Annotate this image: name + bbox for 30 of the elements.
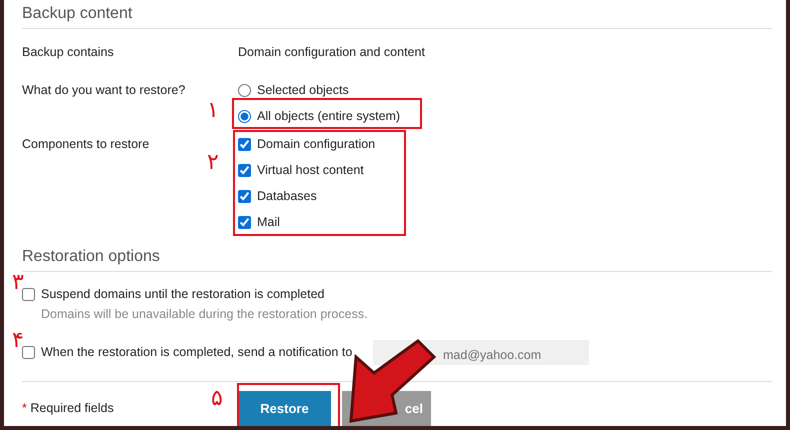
annotation-number: ۲ (207, 152, 219, 174)
checkbox[interactable] (22, 346, 35, 360)
checkbox-label: Domain configuration (257, 136, 376, 153)
checkbox-label: Databases (257, 188, 317, 205)
checkbox[interactable] (238, 138, 251, 150)
field-label: Components to restore (22, 136, 150, 153)
checkbox-label: Virtual host content (257, 162, 364, 179)
field-label: What do you want to restore? (22, 82, 186, 99)
annotation-number: ۴ (12, 330, 24, 352)
section-heading: Restoration options (22, 247, 772, 272)
checkbox-label: Suspend domains until the restoration is completed (41, 286, 324, 303)
checkbox-label: When the restoration is completed, send a notification to (41, 344, 352, 362)
checkbox[interactable] (238, 216, 251, 228)
option-label: All objects (entire system) (257, 108, 400, 125)
checkbox-label: Mail (257, 214, 280, 231)
checkbox[interactable] (238, 164, 251, 176)
checkbox[interactable] (238, 190, 251, 202)
required-note: * Required fields (22, 400, 115, 418)
section-heading: Backup content (22, 0, 772, 29)
radio-button[interactable] (238, 84, 251, 96)
annotation-number: ۵ (211, 388, 223, 410)
annotation-number: ۱ (207, 100, 219, 122)
radio-button[interactable] (238, 110, 251, 122)
option-label: Selected objects (257, 82, 349, 99)
restore-button[interactable]: Restore (238, 390, 331, 426)
annotation-number: ۳ (12, 272, 24, 294)
hint-text: Domains will be unavailable during the restoration process. (41, 306, 369, 323)
field-label: Backup contains (22, 44, 115, 61)
field-value: Domain configuration and content (238, 44, 425, 61)
checkbox[interactable] (22, 288, 35, 300)
